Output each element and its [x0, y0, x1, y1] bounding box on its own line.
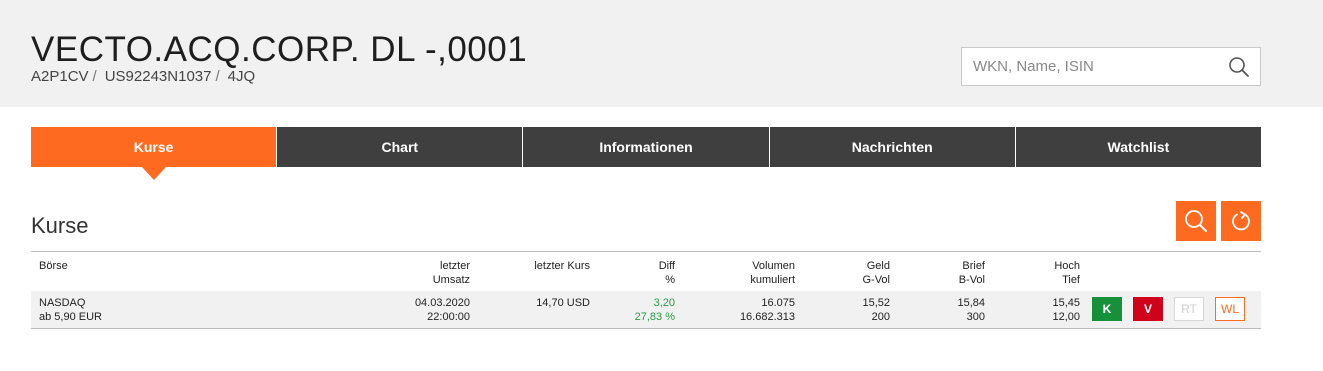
volume-value: 16.075 [761, 297, 795, 309]
volume-cell: 16.075 16.682.313 [740, 296, 795, 324]
ask-cell: 15,84 300 [957, 296, 985, 324]
exchange-name: NASDAQ [39, 297, 86, 309]
search-prices-button[interactable] [1176, 201, 1216, 241]
tab-nachrichten[interactable]: Nachrichten [769, 127, 1016, 167]
trade-time: 22:00:00 [427, 311, 470, 323]
isin-value: US92243N1037 [104, 68, 212, 85]
header-line: Tief [1062, 274, 1080, 286]
symbol-value: 4JQ [227, 68, 256, 85]
tab-kurse[interactable]: Kurse [31, 127, 278, 180]
page-title: VECTO.ACQ.CORP. DL -,0001 [31, 30, 528, 69]
header-brief: Brief B-Vol [959, 259, 985, 287]
refresh-icon [1232, 211, 1250, 231]
header-line: Diff [658, 260, 675, 272]
tab-chart[interactable]: Chart [277, 127, 524, 167]
header-volumen: Volumen kumuliert [750, 259, 795, 287]
ask-volume: 300 [966, 311, 985, 323]
exchange-fee: ab 5,90 EUR [39, 311, 102, 323]
search-icon [1185, 210, 1207, 232]
id-separator: / [92, 68, 97, 85]
header-line: Hoch [1054, 260, 1080, 272]
volume-cumulative: 16.682.313 [739, 311, 795, 323]
search-box [961, 47, 1261, 86]
header-line: Geld [866, 260, 890, 272]
wkn-value: A2P1CV [31, 68, 89, 85]
header-line: kumuliert [750, 274, 795, 286]
header-line: % [665, 274, 675, 286]
header-line: B-Vol [958, 274, 985, 286]
sell-button[interactable]: V [1133, 297, 1163, 321]
tab-bar: Kurse Chart Informationen Nachrichten Wa… [31, 127, 1262, 180]
table-header: Börse letzter Umsatz letzter Kurs Diff% V… [31, 252, 1261, 291]
last-trade-cell: 04.03.2020 22:00:00 [415, 296, 470, 324]
search-input[interactable] [962, 48, 1222, 85]
realtime-button[interactable]: RT [1174, 297, 1204, 321]
watchlist-button[interactable]: WL [1215, 297, 1245, 321]
security-identifiers: A2P1CV / US92243N1037/4JQ [31, 68, 259, 85]
exchange-cell: NASDAQ ab 5,90 EUR [39, 296, 102, 324]
refresh-button[interactable] [1221, 201, 1261, 241]
low-value: 12,00 [1052, 311, 1080, 323]
header-line: Brief [962, 260, 985, 272]
section-title: Kurse [31, 213, 89, 238]
tab-informationen[interactable]: Informationen [523, 127, 770, 167]
bid-volume: 200 [871, 311, 890, 323]
header-hoch-tief: Hoch Tief [1054, 259, 1080, 287]
table-row: NASDAQ ab 5,90 EUR 04.03.2020 22:00:00 14,… [31, 291, 1261, 329]
header-letzter-kurs: letzter Kurs [534, 260, 590, 272]
header-boerse: Börse [39, 260, 68, 272]
header-letzter-umsatz: letzter Umsatz [433, 259, 470, 287]
search-icon[interactable] [1228, 56, 1250, 78]
header-diff: Diff% [659, 259, 675, 287]
high-low-cell: 15,45 12,00 [1052, 296, 1080, 324]
trade-date: 04.03.2020 [414, 297, 470, 309]
bid-cell: 15,52 200 [862, 296, 890, 324]
buy-button[interactable]: K [1092, 297, 1122, 321]
tab-watchlist[interactable]: Watchlist [1015, 127, 1262, 167]
diff-percent: 27,83 % [634, 311, 675, 323]
id-separator: / [215, 68, 220, 85]
prices-table: Börse letzter Umsatz letzter Kurs Diff% V… [31, 251, 1261, 329]
high-value: 15,45 [1052, 297, 1080, 309]
ask-value: 15,84 [957, 297, 985, 309]
header-geld: Geld G-Vol [862, 259, 890, 287]
header-line: Umsatz [432, 274, 470, 286]
bid-value: 15,52 [862, 297, 890, 309]
header-line: Volumen [752, 260, 795, 272]
diff-value: 3,20 [653, 297, 675, 309]
header-line: letzter [440, 260, 470, 272]
diff-cell: 3,20 27,83 % [635, 296, 675, 324]
last-price-cell: 14,70 USD [536, 297, 590, 309]
header-line: G-Vol [862, 274, 890, 286]
